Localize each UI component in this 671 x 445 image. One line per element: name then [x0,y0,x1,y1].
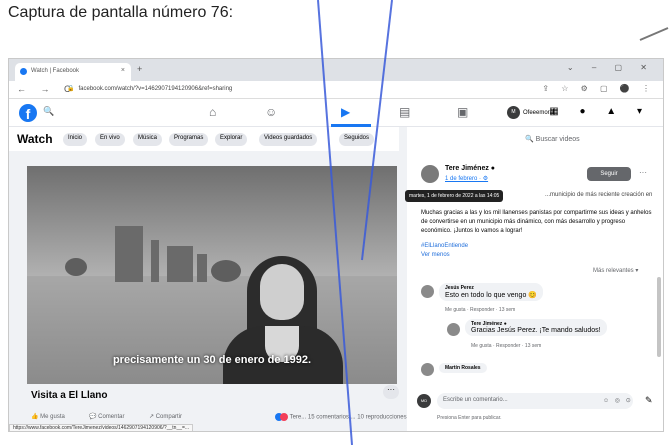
pen-strike-marks [317,0,669,445]
pen-stroke [317,0,353,445]
pen-stroke [361,0,393,261]
pen-stroke [639,27,669,41]
